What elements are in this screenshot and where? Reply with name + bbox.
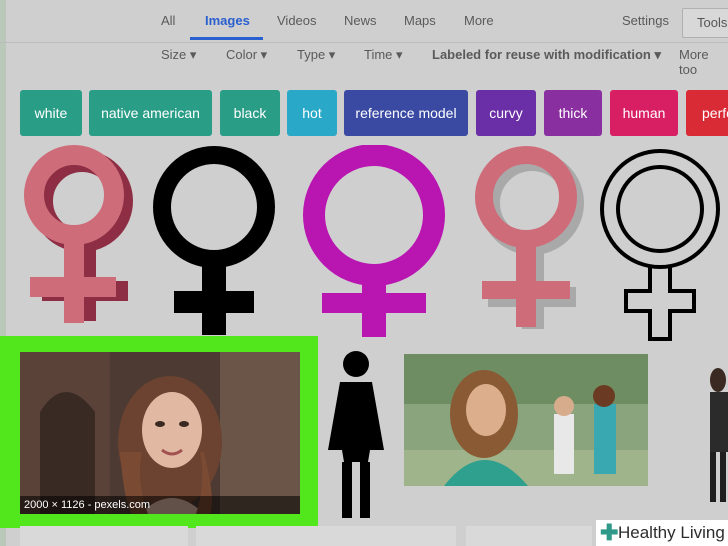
tools-button[interactable]: Tools	[682, 8, 728, 38]
tab-news[interactable]: News	[344, 13, 377, 28]
chip-native-american[interactable]: native american	[89, 90, 212, 136]
tab-all[interactable]: All	[161, 13, 175, 28]
tab-videos[interactable]: Videos	[277, 13, 317, 28]
result-girls-outdoor-photo[interactable]	[404, 354, 648, 486]
venus-icon	[153, 146, 275, 335]
chip-perfect[interactable]: perfe	[686, 90, 728, 136]
watermark-text: Healthy Living	[618, 523, 725, 542]
tab-images[interactable]: Images	[205, 13, 250, 28]
result-pink-3d-venus-symbol[interactable]	[18, 145, 140, 335]
tools-button-label: Tools	[697, 15, 728, 30]
filter-color[interactable]: Color ▾	[226, 47, 267, 63]
result-partial-1[interactable]	[20, 526, 188, 546]
chip-curvy[interactable]: curvy	[476, 90, 536, 136]
result-partial-2[interactable]	[196, 526, 456, 546]
result-pink-shadow-venus-symbol[interactable]	[470, 145, 588, 335]
chip-reference-model[interactable]: reference model	[344, 90, 468, 136]
chip-hot[interactable]: hot	[287, 90, 337, 136]
venus-icon	[24, 145, 133, 323]
girls-outdoor-image	[404, 354, 648, 486]
chip-thick[interactable]: thick	[544, 90, 602, 136]
result-woman-pictogram[interactable]	[318, 350, 394, 520]
woman-pictogram-icon	[328, 351, 384, 518]
result-outline-venus-symbol[interactable]	[598, 145, 728, 345]
healthy-living-watermark: ✚ Healthy Living	[596, 520, 728, 546]
venus-icon	[475, 146, 584, 329]
result-dimensions-caption: 2000 × 1126 - pexels.com	[20, 496, 300, 514]
tab-maps[interactable]: Maps	[404, 13, 436, 28]
filter-size[interactable]: Size ▾	[161, 47, 196, 63]
plus-icon: ✚	[600, 520, 619, 545]
result-magenta-venus-symbol[interactable]	[298, 145, 450, 337]
portrait-image	[20, 352, 300, 514]
active-tab-indicator	[190, 37, 263, 40]
chip-human[interactable]: human	[610, 90, 678, 136]
venus-icon	[303, 145, 445, 337]
settings-link[interactable]: Settings	[622, 13, 669, 28]
result-woman-portrait-photo[interactable]	[20, 352, 300, 514]
result-black-venus-symbol[interactable]	[146, 145, 286, 335]
filter-type[interactable]: Type ▾	[297, 47, 335, 63]
search-nav: All Images Videos News Maps More Setting…	[0, 0, 728, 40]
chip-black[interactable]: black	[220, 90, 280, 136]
figure-image	[710, 368, 728, 502]
result-costume-figure[interactable]	[688, 360, 728, 510]
filter-time[interactable]: Time ▾	[364, 47, 403, 63]
tab-more[interactable]: More	[464, 13, 494, 28]
filter-more-tools[interactable]: More too	[679, 47, 728, 77]
result-partial-3[interactable]	[466, 526, 592, 546]
nav-divider	[0, 42, 728, 43]
venus-icon	[600, 149, 720, 341]
filter-usage-rights[interactable]: Labeled for reuse with modification ▾	[432, 47, 661, 63]
chip-white[interactable]: white	[20, 90, 82, 136]
